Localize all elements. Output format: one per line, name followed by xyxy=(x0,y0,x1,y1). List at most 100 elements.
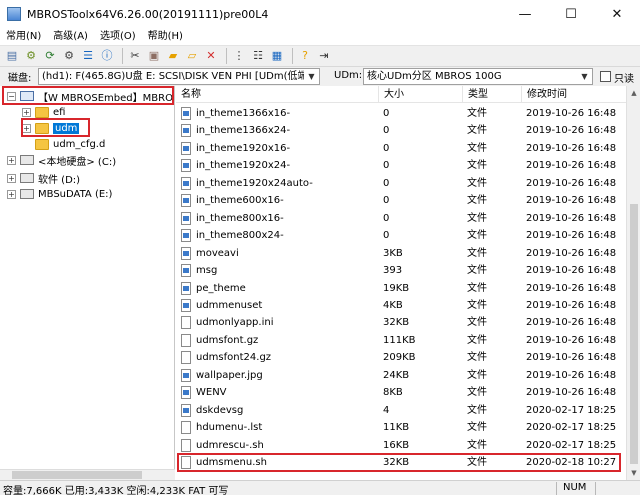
file-modified: 2020-02-17 18:25 xyxy=(526,404,617,416)
file-row[interactable]: in_theme1920x16- 0 文件 2019-10-26 16:48 xyxy=(176,140,626,157)
file-row[interactable]: in_theme800x24- 0 文件 2019-10-26 16:48 xyxy=(176,227,626,244)
file-icon xyxy=(181,403,191,417)
file-row[interactable]: udmrescu-.sh 16KB 文件 2020-02-17 18:25 xyxy=(176,437,626,454)
udm-select[interactable]: 核心UDm分区 MBROS 100G ▼ xyxy=(363,68,593,85)
tree-item[interactable]: udm_cfg.d xyxy=(22,136,105,152)
file-row[interactable]: pe_theme 19KB 文件 2019-10-26 16:48 xyxy=(176,280,626,297)
toolbar-separator xyxy=(122,48,123,64)
expand-icon[interactable]: + xyxy=(7,173,16,183)
menu-options[interactable]: 选项(O) xyxy=(94,28,142,45)
file-size: 8KB xyxy=(383,387,403,399)
udm-select-value: 核心UDm分区 MBROS 100G xyxy=(367,71,502,82)
tree-item-label: MBSuDATA (E:) xyxy=(38,188,113,200)
disk-select[interactable]: (hd1): F(465.8G)U盘 E: SCSI\DISK VEN PHI … xyxy=(38,68,320,85)
gear-icon[interactable]: ⚙ xyxy=(23,48,39,64)
details-icon[interactable]: ☷ xyxy=(250,48,266,64)
file-size: 393 xyxy=(383,265,403,277)
paste-icon[interactable]: ▣ xyxy=(146,48,162,64)
file-row[interactable]: in_theme600x16- 0 文件 2019-10-26 16:48 xyxy=(176,192,626,209)
file-size: 24KB xyxy=(383,369,410,381)
file-size: 0 xyxy=(383,125,390,137)
file-icon xyxy=(181,316,191,330)
close-button[interactable]: ✕ xyxy=(594,0,640,28)
list-header: 名称 大小 类型 修改时间 xyxy=(176,86,626,103)
scroll-up-icon[interactable]: ▲ xyxy=(627,86,640,100)
file-icon xyxy=(181,194,191,208)
file-row[interactable]: udmsfont.gz 111KB 文件 2019-10-26 16:48 xyxy=(176,332,626,349)
file-row[interactable]: moveavi 3KB 文件 2019-10-26 16:48 xyxy=(176,245,626,262)
file-modified: 2019-10-26 16:48 xyxy=(526,282,617,294)
file-modified: 2019-10-26 16:48 xyxy=(526,212,617,224)
folder-icon[interactable]: ▱ xyxy=(184,48,200,64)
file-row[interactable]: dskdevsg 4 文件 2020-02-17 18:25 xyxy=(176,402,626,419)
column-name[interactable]: 名称 xyxy=(176,86,379,103)
expand-icon[interactable]: + xyxy=(7,189,16,199)
window-title: MBROSToolx64V6.26.00(20191111)pre00L4 xyxy=(27,7,269,21)
file-type: 文件 xyxy=(467,422,487,434)
file-size: 19KB xyxy=(383,282,410,294)
file-row[interactable]: udmonlyapp.ini 32KB 文件 2019-10-26 16:48 xyxy=(176,314,626,331)
file-row[interactable]: msg 393 文件 2019-10-26 16:48 xyxy=(176,262,626,279)
highlight-box xyxy=(21,118,90,137)
tree-horizontal-scrollbar[interactable] xyxy=(0,469,175,480)
file-size: 11KB xyxy=(383,422,410,434)
file-name: wallpaper.jpg xyxy=(196,369,263,381)
maximize-button[interactable]: ☐ xyxy=(548,0,594,28)
scroll-thumb[interactable] xyxy=(630,204,638,464)
file-icon xyxy=(181,351,191,365)
file-icon xyxy=(181,298,191,312)
scroll-down-icon[interactable]: ▼ xyxy=(627,466,640,480)
file-row[interactable]: udmsfont24.gz 209KB 文件 2019-10-26 16:48 xyxy=(176,349,626,366)
file-icon xyxy=(181,107,191,120)
tree-item[interactable]: + MBSuDATA (E:) xyxy=(7,186,112,202)
vertical-scrollbar[interactable]: ▲ ▼ xyxy=(626,86,640,480)
file-row[interactable]: wallpaper.jpg 24KB 文件 2019-10-26 16:48 xyxy=(176,367,626,384)
tree-item[interactable]: + 软件 (D:) xyxy=(7,170,80,186)
delete-icon[interactable]: ✕ xyxy=(203,48,219,64)
file-row[interactable]: in_theme1366x16- 0 文件 2019-10-26 16:48 xyxy=(176,105,626,122)
tree-item[interactable]: + <本地硬盘> (C:) xyxy=(7,152,116,168)
menu-advanced[interactable]: 高级(A) xyxy=(47,28,94,45)
chevron-down-icon[interactable]: ▼ xyxy=(577,69,592,84)
expand-icon[interactable]: + xyxy=(22,107,31,117)
file-modified: 2020-02-17 18:25 xyxy=(526,422,617,434)
open-icon[interactable]: ▤ xyxy=(4,48,20,64)
file-icon xyxy=(181,264,191,278)
column-size[interactable]: 大小 xyxy=(379,86,463,103)
folder-tree[interactable]: − 【W MBROSEmbed】MBRO + efi + udm udm_cfg.d + <本地… xyxy=(0,86,175,480)
file-type: 文件 xyxy=(467,317,487,329)
file-row[interactable]: in_theme1366x24- 0 文件 2019-10-26 16:48 xyxy=(176,122,626,139)
readonly-checkbox[interactable] xyxy=(600,71,611,82)
file-row[interactable]: in_theme1920x24- 0 文件 2019-10-26 16:48 xyxy=(176,157,626,174)
file-list[interactable]: 名称 大小 类型 修改时间 in_theme1366x16- 0 文件 2019-10… xyxy=(176,86,626,480)
properties-icon[interactable]: ⋮ xyxy=(231,48,247,64)
file-row[interactable]: WENV 8KB 文件 2019-10-26 16:48 xyxy=(176,384,626,401)
file-row[interactable]: in_theme800x16- 0 文件 2019-10-26 16:48 xyxy=(176,210,626,227)
settings-icon[interactable]: ⚙ xyxy=(61,48,77,64)
file-row[interactable]: in_theme1920x24auto- 0 文件 2019-10-26 16:48 xyxy=(176,175,626,192)
refresh-icon[interactable]: ⟳ xyxy=(42,48,58,64)
exit-icon[interactable]: ⇥ xyxy=(316,48,332,64)
column-type[interactable]: 类型 xyxy=(463,86,522,103)
file-modified: 2019-10-26 16:48 xyxy=(526,299,617,311)
file-row[interactable]: udmsmenu.sh 32KB 文件 2020-02-18 10:27 xyxy=(176,453,626,472)
menu-common[interactable]: 常用(N) xyxy=(0,28,47,45)
chevron-down-icon[interactable]: ▼ xyxy=(304,69,319,84)
list-icon[interactable]: ☰ xyxy=(80,48,96,64)
grid-icon[interactable]: ▦ xyxy=(269,48,285,64)
column-modified[interactable]: 修改时间 xyxy=(522,86,626,103)
menu-help[interactable]: 帮助(H) xyxy=(142,28,189,45)
file-row[interactable]: hdumenu-.lst 11KB 文件 2020-02-17 18:25 xyxy=(176,419,626,436)
help-icon[interactable]: ? xyxy=(297,48,313,64)
expand-icon[interactable]: + xyxy=(7,155,16,165)
file-name: pe_theme xyxy=(196,282,246,294)
file-row[interactable]: udmmenuset 4KB 文件 2019-10-26 16:48 xyxy=(176,297,626,314)
info-icon[interactable]: ⓘ xyxy=(99,48,115,64)
minimize-button[interactable]: — xyxy=(502,0,548,28)
title-bar: MBROSToolx64V6.26.00(20191111)pre00L4 — … xyxy=(0,0,640,28)
tree-scroll-thumb[interactable] xyxy=(12,471,142,479)
file-modified: 2019-10-26 16:48 xyxy=(526,387,617,399)
disk-bar: 磁盘: (hd1): F(465.8G)U盘 E: SCSI\DISK VEN … xyxy=(0,67,640,86)
cut-icon[interactable]: ✂ xyxy=(127,48,143,64)
new-folder-icon[interactable]: ▰ xyxy=(165,48,181,64)
